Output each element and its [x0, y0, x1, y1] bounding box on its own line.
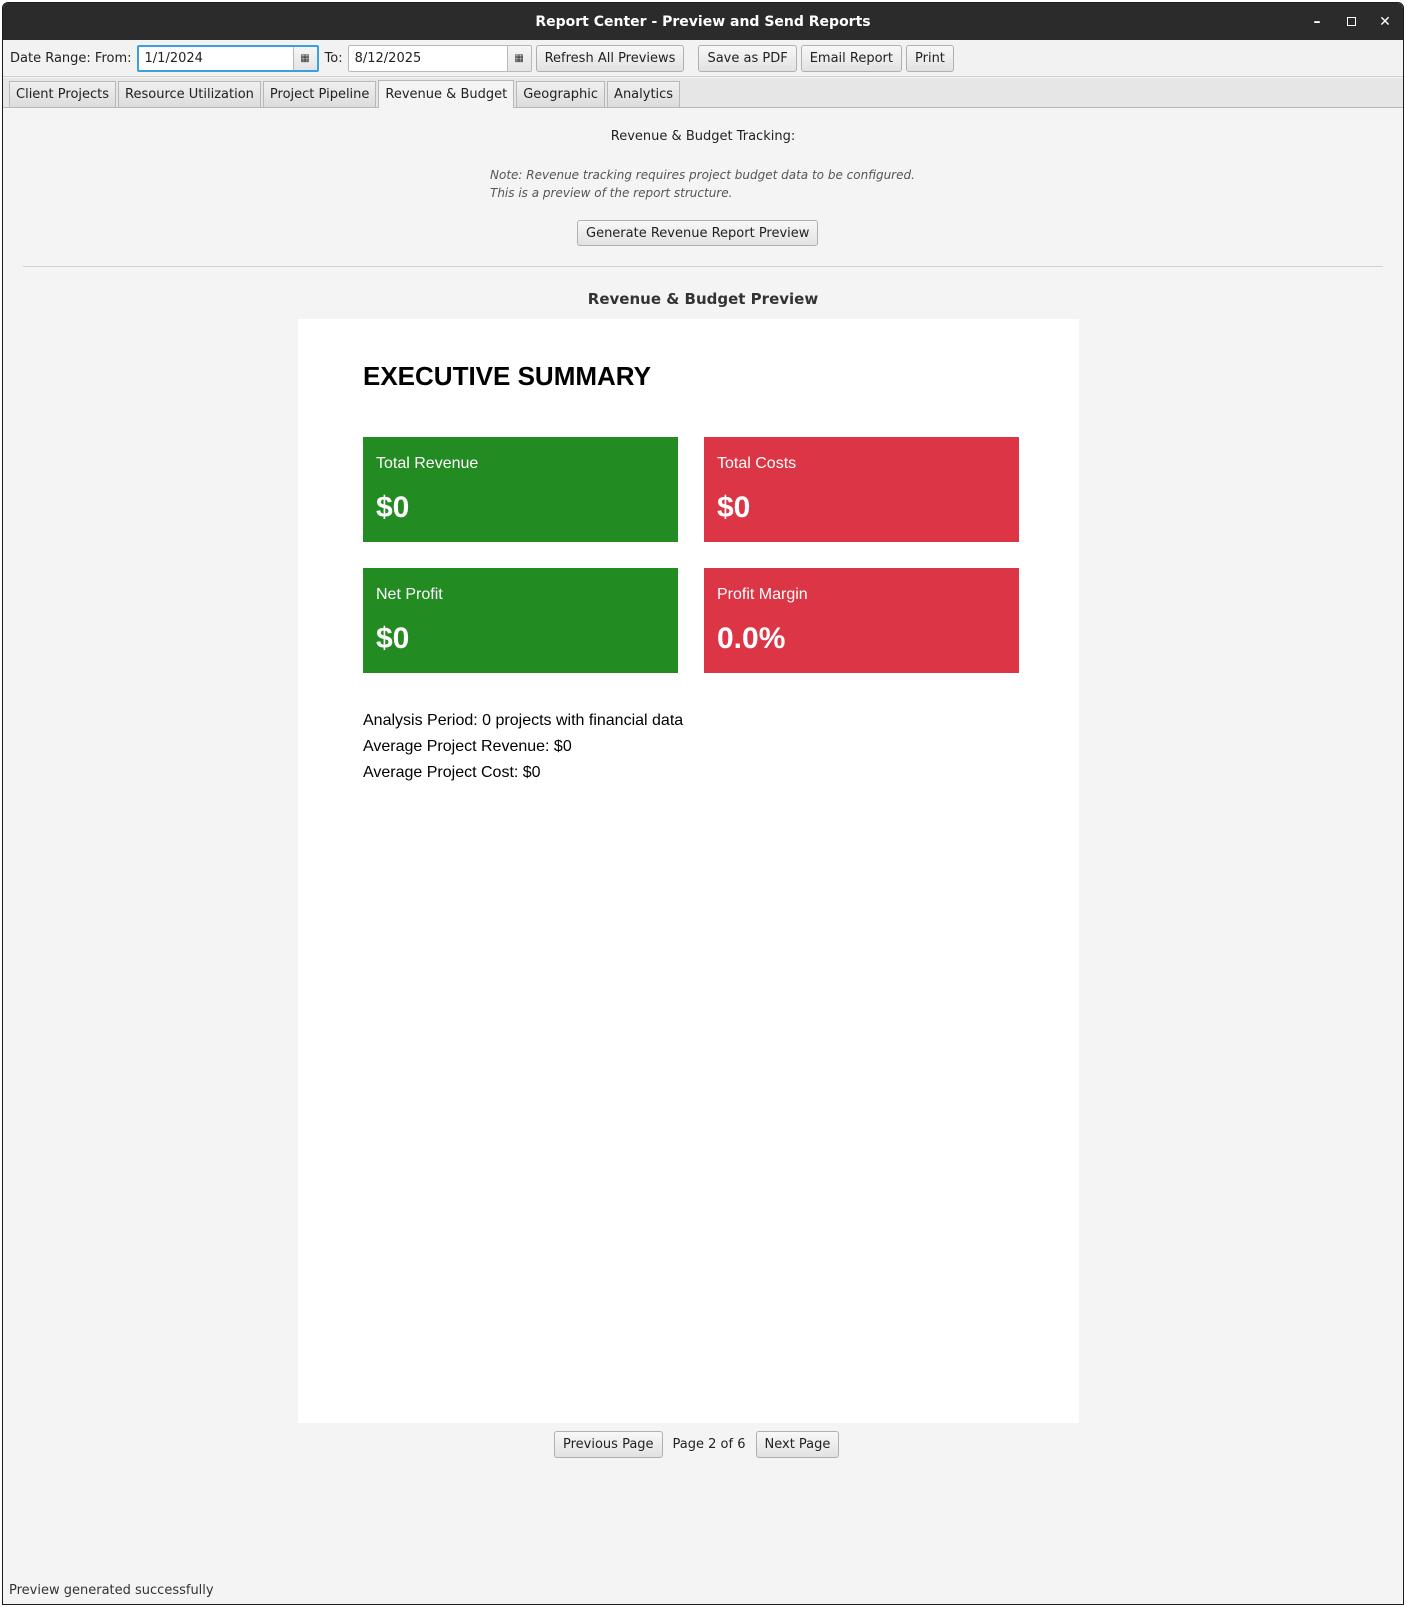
- note-line: This is a preview of the report structur…: [490, 186, 733, 200]
- divider: [23, 266, 1383, 267]
- card-value: $0: [376, 491, 410, 524]
- page-indicator: Page 2 of 6: [672, 1437, 746, 1452]
- stat-line: Average Project Cost: $0: [363, 764, 541, 781]
- total-revenue-card: Total Revenue $0: [363, 437, 678, 542]
- section-title: Revenue & Budget Tracking:: [610, 129, 796, 144]
- stat-line: Analysis Period: 0 projects with financi…: [363, 712, 684, 729]
- note-line: Note: Revenue tracking requires project …: [490, 168, 915, 182]
- card-label: Total Costs: [717, 455, 797, 472]
- from-date-input[interactable]: [138, 47, 293, 70]
- calendar-icon[interactable]: ▦: [506, 46, 531, 71]
- pagination: Previous Page Page 2 of 6 Next Page: [554, 1431, 840, 1458]
- card-label: Total Revenue: [376, 455, 479, 472]
- tab-client-projects[interactable]: Client Projects: [9, 81, 117, 107]
- report-tabs: Client Projects Resource Utilization Pro…: [3, 78, 1403, 108]
- card-value: $0: [717, 491, 751, 524]
- from-date-picker[interactable]: ▦: [136, 45, 319, 72]
- tab-analytics[interactable]: Analytics: [607, 81, 681, 107]
- generate-revenue-report-button[interactable]: Generate Revenue Report Preview: [577, 220, 819, 246]
- preview-title: Revenue & Budget Preview: [587, 290, 819, 308]
- toolbar: Date Range: From: ▦ To: ▦ Refresh All Pr…: [3, 41, 1403, 77]
- calendar-icon[interactable]: ▦: [292, 47, 317, 70]
- net-profit-card: Net Profit $0: [363, 568, 678, 673]
- date-range-label: Date Range: From:: [10, 51, 132, 66]
- to-label: To:: [324, 51, 343, 66]
- card-label: Net Profit: [376, 586, 443, 603]
- previous-page-button[interactable]: Previous Page: [554, 1431, 663, 1458]
- tab-revenue-budget[interactable]: Revenue & Budget: [378, 80, 515, 108]
- note-text: Note: Revenue tracking requires project …: [490, 166, 915, 202]
- title-bar: Report Center - Preview and Send Reports…: [3, 3, 1403, 40]
- report-preview-page: EXECUTIVE SUMMARY Total Revenue $0 Total…: [298, 319, 1079, 1423]
- status-bar-text: Preview generated successfully: [9, 1583, 214, 1598]
- minimize-icon[interactable]: –: [1307, 12, 1327, 32]
- tab-resource-utilization[interactable]: Resource Utilization: [118, 81, 261, 107]
- stat-line: Average Project Revenue: $0: [363, 738, 572, 755]
- tab-project-pipeline[interactable]: Project Pipeline: [262, 81, 377, 107]
- report-heading: EXECUTIVE SUMMARY: [363, 361, 651, 391]
- tab-geographic[interactable]: Geographic: [516, 81, 606, 107]
- maximize-icon[interactable]: [1341, 12, 1361, 32]
- window-controls: – ✕: [1307, 3, 1395, 40]
- to-date-picker[interactable]: ▦: [347, 45, 532, 72]
- close-icon[interactable]: ✕: [1375, 12, 1395, 32]
- window-title: Report Center - Preview and Send Reports: [535, 13, 871, 30]
- to-date-input[interactable]: [348, 46, 507, 71]
- card-value: 0.0%: [717, 622, 786, 655]
- summary-stats: Analysis Period: 0 projects with financi…: [363, 708, 683, 786]
- next-page-button[interactable]: Next Page: [755, 1431, 840, 1458]
- save-as-pdf-button[interactable]: Save as PDF: [698, 45, 797, 72]
- card-label: Profit Margin: [717, 586, 808, 603]
- refresh-all-previews-button[interactable]: Refresh All Previews: [535, 45, 685, 72]
- print-button[interactable]: Print: [906, 45, 954, 72]
- tab-content: Revenue & Budget Tracking: Note: Revenue…: [3, 109, 1403, 1604]
- email-report-button[interactable]: Email Report: [800, 45, 902, 72]
- profit-margin-card: Profit Margin 0.0%: [704, 568, 1019, 673]
- total-costs-card: Total Costs $0: [704, 437, 1019, 542]
- report-center-window: Report Center - Preview and Send Reports…: [2, 2, 1404, 1605]
- card-value: $0: [376, 622, 410, 655]
